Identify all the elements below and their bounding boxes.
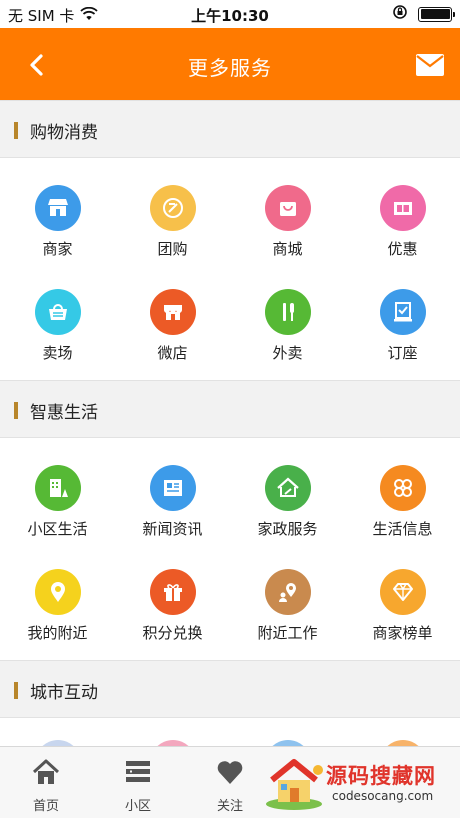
- mail-icon: [416, 54, 444, 76]
- diamond-icon: [380, 569, 426, 615]
- shopping-bag-icon: [265, 185, 311, 231]
- navigation-bar: 更多服务: [0, 28, 460, 100]
- grid-item-label: 我的附近: [27, 624, 88, 642]
- city-interaction-grid: [0, 718, 460, 746]
- grid-item-label: 商家: [42, 240, 73, 258]
- watermark-logo: 源码搜藏网 codesocang.com: [262, 752, 457, 812]
- community-building-icon: [35, 465, 81, 511]
- newspaper-icon: [150, 465, 196, 511]
- reserve-seat-icon: [380, 289, 426, 335]
- grid-item-label: 团购: [157, 240, 188, 258]
- grid-item-label: 家政服务: [257, 520, 318, 538]
- store-icon: [35, 185, 81, 231]
- grid-item-coupon[interactable]: 优惠: [345, 163, 460, 267]
- tab-follow[interactable]: 关注: [200, 755, 260, 815]
- rotation-lock-icon: [392, 4, 408, 24]
- grid-item-label: 商城: [272, 240, 303, 258]
- status-bar: 无 SIM 卡 上午10:30: [0, 0, 460, 28]
- grid-item-news[interactable]: 新闻资讯: [115, 443, 230, 547]
- location-pin-icon: [35, 569, 81, 615]
- discount-tag-icon: [150, 185, 196, 231]
- tab-home[interactable]: 首页: [16, 755, 76, 815]
- grid-item-label: 附近工作: [257, 624, 318, 642]
- grid-item-community-life[interactable]: 小区生活: [0, 443, 115, 547]
- section-title: 智惠生活: [30, 403, 98, 423]
- heart-icon: [217, 761, 243, 784]
- shop-front-icon: [150, 289, 196, 335]
- section-header-city-interaction: 城市互动: [0, 660, 460, 718]
- section-title: 购物消费: [30, 123, 98, 143]
- grid-item-label: 订座: [387, 344, 418, 362]
- clover-icon: [380, 465, 426, 511]
- grid-item-label: 生活信息: [372, 520, 433, 538]
- coupon-icon: [380, 185, 426, 231]
- section-accent-bar: [14, 682, 18, 699]
- grid-item-life-info[interactable]: 生活信息: [345, 443, 460, 547]
- grid-item-group-buy[interactable]: 团购: [115, 163, 230, 267]
- grid-item-label: 积分兑换: [142, 624, 203, 642]
- section-accent-bar: [14, 402, 18, 419]
- grid-item-merchant-ranking[interactable]: 商家榜单: [345, 547, 460, 651]
- grid-item-housekeeping[interactable]: 家政服务: [230, 443, 345, 547]
- tab-label: 首页: [32, 799, 59, 814]
- grid-item-market[interactable]: 卖场: [0, 267, 115, 371]
- grid-item-points-exchange[interactable]: 积分兑换: [115, 547, 230, 651]
- house-logo-icon: [266, 759, 323, 810]
- grid-item-nearby[interactable]: 我的附近: [0, 547, 115, 651]
- job-location-icon: [265, 569, 311, 615]
- watermark-domain: codesocang.com: [332, 789, 434, 803]
- fork-knife-icon: [265, 289, 311, 335]
- grid-item-label: 卖场: [42, 344, 73, 362]
- grid-item-mall[interactable]: 商城: [230, 163, 345, 267]
- section-header-shopping: 购物消费: [0, 100, 460, 158]
- smart-life-grid: 小区生活 新闻资讯 家政服务 生活信息 我的附近 积分兑换 附近工作 商家榜单: [0, 438, 460, 660]
- watermark-brand: 源码搜藏网: [326, 764, 436, 788]
- grid-item-label: 新闻资讯: [142, 520, 203, 538]
- grid-item-reservation[interactable]: 订座: [345, 267, 460, 371]
- home-icon: [32, 759, 60, 784]
- grid-item-label: 外卖: [272, 344, 303, 362]
- grid-item-label: 商家榜单: [372, 624, 433, 642]
- clock: 上午10:30: [191, 7, 269, 25]
- gift-icon: [150, 569, 196, 615]
- grid-item-nearby-jobs[interactable]: 附近工作: [230, 547, 345, 651]
- grid-item-takeout[interactable]: 外卖: [230, 267, 345, 371]
- grid-item-label: 小区生活: [27, 520, 88, 538]
- tab-community[interactable]: 小区: [108, 755, 168, 815]
- battery-icon: [418, 6, 455, 22]
- shopping-grid: 商家 团购 商城 优惠 卖场 微店 外卖 订座: [0, 158, 460, 380]
- grid-item-merchant[interactable]: 商家: [0, 163, 115, 267]
- grid-item-label: 优惠: [387, 240, 418, 258]
- section-title: 城市互动: [30, 683, 98, 703]
- house-clean-icon: [265, 465, 311, 511]
- list-icon: [126, 761, 150, 782]
- section-header-smart-life: 智惠生活: [0, 380, 460, 438]
- grid-item-micro-shop[interactable]: 微店: [115, 267, 230, 371]
- tab-label: 小区: [124, 799, 151, 814]
- page-title: 更多服务: [188, 56, 272, 80]
- tab-label: 关注: [216, 799, 243, 814]
- basket-icon: [35, 289, 81, 335]
- grid-item-label: 微店: [157, 344, 188, 362]
- section-accent-bar: [14, 122, 18, 139]
- mail-button[interactable]: [416, 54, 444, 76]
